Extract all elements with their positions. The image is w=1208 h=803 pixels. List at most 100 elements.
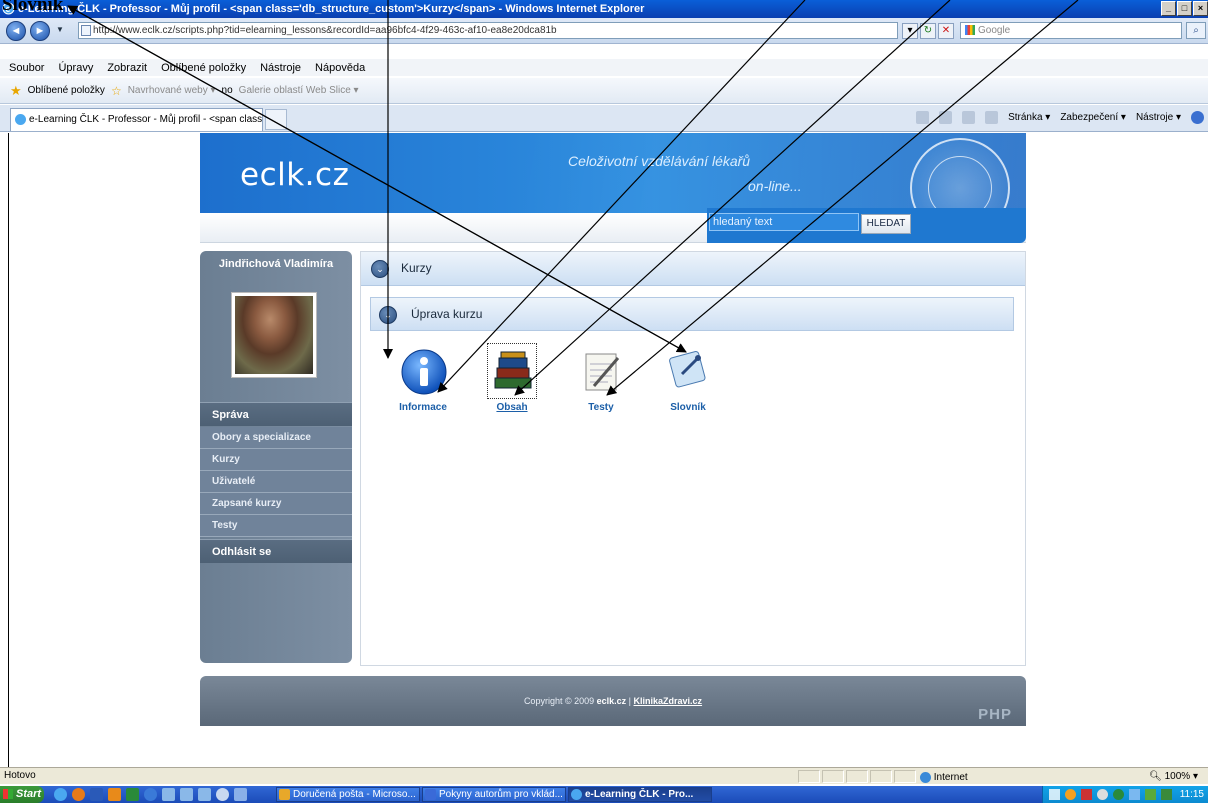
page-icon bbox=[81, 25, 91, 36]
command-bar: Stránka ▾ Zabezpečení ▾ Nástroje ▾ bbox=[916, 111, 1204, 124]
print-icon[interactable] bbox=[985, 111, 999, 124]
sidebar-item-users[interactable]: Uživatelé bbox=[200, 471, 352, 493]
add-favorite-icon[interactable]: ☆ bbox=[111, 84, 122, 98]
quicklaunch-firefox-icon[interactable] bbox=[72, 788, 85, 801]
menu-favorites[interactable]: Oblíbené položky bbox=[161, 62, 246, 74]
sidebar-item-fields[interactable]: Obory a specializace bbox=[200, 427, 352, 449]
menu-help[interactable]: Nápověda bbox=[315, 62, 365, 74]
help-icon[interactable] bbox=[1191, 111, 1204, 124]
user-name: Jindřichová Vladimíra bbox=[218, 258, 334, 270]
status-bar: Hotovo Internet 🔍︎ 100% ▾ bbox=[0, 767, 1208, 784]
quicklaunch-word-icon[interactable] bbox=[90, 788, 103, 801]
footer-link-eclk[interactable]: eclk.cz bbox=[597, 696, 627, 706]
tray-icon-g[interactable] bbox=[1145, 789, 1156, 800]
menu-file[interactable]: Soubor bbox=[9, 62, 44, 74]
sidebar-item-courses[interactable]: Kurzy bbox=[200, 449, 352, 471]
url-field[interactable]: http://www.eclk.cz/scripts.php?tid=elear… bbox=[78, 22, 898, 39]
forward-button[interactable]: ► bbox=[30, 21, 50, 41]
web-slice-gallery-link[interactable]: Galerie oblastí Web Slice ▾ bbox=[239, 85, 359, 96]
notepad-icon[interactable] bbox=[578, 348, 626, 396]
task-word[interactable]: Pokyny autorům pro vklád... bbox=[422, 787, 566, 802]
favorites-bar: ★ Oblíbené položky ☆ Navrhované weby ▾ n… bbox=[0, 78, 1208, 104]
zoom-control[interactable]: 🔍︎ 100% ▾ bbox=[1149, 769, 1198, 785]
tile-tests-label[interactable]: Testy bbox=[561, 402, 641, 413]
favorites-star-icon[interactable]: ★ bbox=[10, 83, 22, 99]
footer-separator: | bbox=[628, 696, 632, 706]
mail-icon[interactable] bbox=[962, 111, 976, 124]
browser-search-button[interactable]: ⌕ bbox=[1186, 22, 1206, 39]
quicklaunch-ie-icon[interactable] bbox=[54, 788, 67, 801]
tray-icon-e[interactable] bbox=[1113, 789, 1124, 800]
task-ie-label: e-Learning ČLK - Pro... bbox=[585, 789, 694, 800]
tile-dictionary-label[interactable]: Slovník bbox=[648, 402, 728, 413]
recent-pages-dropdown-icon[interactable]: ▼ bbox=[56, 25, 64, 34]
sidebar-item-enrolled[interactable]: Zapsané kurzy bbox=[200, 493, 352, 515]
browser-search-input[interactable]: Google bbox=[960, 22, 1182, 39]
tray-icon-a[interactable] bbox=[1049, 789, 1060, 800]
menu-edit[interactable]: Úpravy bbox=[58, 62, 93, 74]
dictionary-icon[interactable] bbox=[664, 344, 712, 392]
minimize-button[interactable]: _ bbox=[1161, 1, 1176, 16]
quicklaunch-app-icon[interactable] bbox=[144, 788, 157, 801]
task-word-label: Pokyny autorům pro vklád... bbox=[439, 789, 563, 800]
close-button[interactable]: × bbox=[1193, 1, 1208, 16]
menu-view[interactable]: Zobrazit bbox=[107, 62, 147, 74]
maximize-button[interactable]: □ bbox=[1177, 1, 1192, 16]
refresh-icon[interactable]: ↻ bbox=[920, 23, 936, 39]
site-search-input[interactable]: hledaný text bbox=[709, 213, 859, 231]
info-icon[interactable] bbox=[400, 348, 448, 396]
browser-search-placeholder: Google bbox=[978, 25, 1011, 36]
site-slogan-line1: Celoživotní vzdělávání lékařů bbox=[568, 153, 751, 169]
sidebar-item-tests[interactable]: Testy bbox=[200, 515, 352, 537]
site-footer: Copyright © 2009 eclk.cz | KlinikaZdravi… bbox=[200, 676, 1026, 726]
start-label: Start bbox=[16, 788, 42, 800]
footer-link-klinika[interactable]: KlinikaZdravi.cz bbox=[634, 696, 703, 706]
quicklaunch-icon-a[interactable] bbox=[162, 788, 175, 801]
caption-text: Slovník bbox=[2, 0, 64, 15]
quicklaunch-icon-c[interactable] bbox=[198, 788, 211, 801]
footer-copyright: Copyright © 2009 bbox=[523, 696, 595, 706]
course-edit-bar[interactable]: ⌄ Úprava kurzu bbox=[370, 297, 1014, 331]
cmd-tools[interactable]: Nástroje ▾ bbox=[1136, 112, 1181, 123]
quicklaunch-icon-e[interactable] bbox=[234, 788, 247, 801]
feeds-icon[interactable] bbox=[939, 111, 953, 124]
url-text: http://www.eclk.cz/scripts.php?tid=elear… bbox=[93, 25, 557, 36]
course-edit-bar-label: Úprava kurzu bbox=[411, 307, 483, 321]
address-dropdown-icon[interactable]: ▾ bbox=[902, 23, 918, 39]
tray-icon-h[interactable] bbox=[1161, 789, 1172, 800]
new-tab-button[interactable] bbox=[265, 109, 287, 130]
tray-icon-d[interactable] bbox=[1097, 789, 1108, 800]
google-icon bbox=[965, 25, 975, 36]
sidebar-section-admin[interactable]: Správa bbox=[200, 402, 352, 426]
task-ie[interactable]: e-Learning ČLK - Pro... bbox=[568, 787, 712, 802]
start-button[interactable]: Start bbox=[0, 786, 44, 803]
suggested-sites-link[interactable]: Navrhované weby ▾ bbox=[128, 85, 216, 96]
quicklaunch-icon-d[interactable] bbox=[216, 788, 229, 801]
task-outlook[interactable]: Doručená pošta - Microso... bbox=[276, 787, 420, 802]
sidebar-logout[interactable]: Odhlásit se bbox=[200, 539, 352, 563]
chevron-down-icon[interactable]: ⌄ bbox=[371, 260, 389, 278]
cmd-page[interactable]: Stránka ▾ bbox=[1008, 112, 1050, 123]
quicklaunch-icon-b[interactable] bbox=[180, 788, 193, 801]
back-button[interactable]: ◄ bbox=[6, 21, 26, 41]
quicklaunch-outlook-icon[interactable] bbox=[108, 788, 121, 801]
tile-content-label[interactable]: Obsah bbox=[472, 402, 552, 413]
quicklaunch-excel-icon[interactable] bbox=[126, 788, 139, 801]
chevron-down-icon[interactable]: ⌄ bbox=[379, 306, 397, 324]
tile-info-label[interactable]: Informace bbox=[383, 402, 463, 413]
browser-tab-active[interactable]: e-Learning ČLK - Professor - Můj profil … bbox=[10, 108, 263, 131]
menu-tools[interactable]: Nástroje bbox=[260, 62, 301, 74]
stop-icon[interactable]: ✕ bbox=[938, 23, 954, 39]
books-icon[interactable] bbox=[489, 348, 537, 396]
tray-icon-c[interactable] bbox=[1081, 789, 1092, 800]
tray-icon-f[interactable] bbox=[1129, 789, 1140, 800]
site-search-button[interactable]: HLEDAT bbox=[861, 214, 911, 234]
site-logo[interactable]: eclk.cz bbox=[240, 157, 349, 193]
zoom-icon: 🔍︎ bbox=[1149, 771, 1162, 782]
tray-icon-b[interactable] bbox=[1065, 789, 1076, 800]
courses-bar[interactable]: ⌄ Kurzy bbox=[361, 252, 1025, 286]
favorites-label[interactable]: Oblíbené položky bbox=[28, 85, 105, 96]
home-icon[interactable] bbox=[916, 111, 930, 124]
cmd-safety[interactable]: Zabezpečení ▾ bbox=[1060, 112, 1126, 123]
fav-link-no[interactable]: no bbox=[222, 85, 233, 96]
